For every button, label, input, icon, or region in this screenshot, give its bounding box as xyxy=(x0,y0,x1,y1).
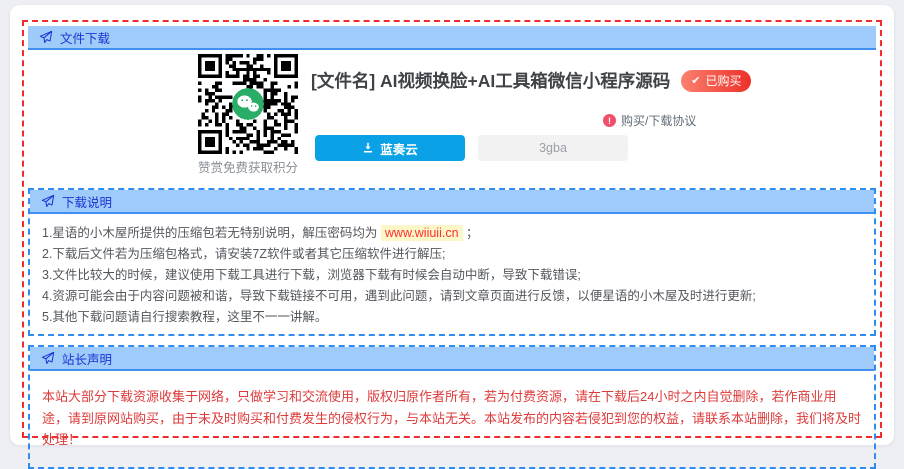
section-header-file-download: 文件下载 xyxy=(28,26,876,50)
list-item: 4.资源可能会由于内容问题被和谐，导致下载链接不可用，遇到此问题，请到文章页面进… xyxy=(42,289,756,303)
section-title: 文件下载 xyxy=(60,31,111,46)
qr-caption: 赞赏免费获取积分 xyxy=(197,161,298,175)
file-download-body: 赞赏免费获取积分 [文件名] AI视频换脸+AI工具箱微信小程序源码 ✔ 已购买… xyxy=(28,50,876,180)
download-button-label: 3gba xyxy=(539,141,567,155)
note-text: 1.星语的小木屋所提供的压缩包若无特别说明，解压密码均为 xyxy=(42,226,381,240)
section-header-webmaster-statement: 站长声明 xyxy=(30,347,874,371)
download-button-3gba[interactable]: 3gba xyxy=(478,135,628,161)
list-item: 2.下载后文件若为压缩包格式，请安装7Z软件或者其它压缩软件进行解压; xyxy=(42,247,446,261)
paper-plane-icon xyxy=(41,194,55,208)
file-title-row: [文件名] AI视频换脸+AI工具箱微信小程序源码 ✔ 已购买 xyxy=(311,68,752,93)
qr-block: 赞赏免费获取积分 xyxy=(196,54,300,176)
download-page-container: 文件下载 赞赏免费获取积分 [文件名] AI视频换脸+AI工具箱微信小程序源码 … xyxy=(22,20,882,469)
webmaster-statement-text: 本站大部分下载资源收集于网络，只做学习和交流使用，版权归原作者所有，若为付费资源… xyxy=(42,389,862,447)
download-icon xyxy=(364,142,373,153)
file-title: [文件名] AI视频换脸+AI工具箱微信小程序源码 xyxy=(311,71,671,91)
purchase-agreement-link[interactable]: ! 购买/下载协议 xyxy=(603,112,696,129)
download-buttons-row: 蓝奏云 3gba xyxy=(315,135,628,161)
paper-plane-icon xyxy=(41,351,55,365)
list-item: 1.星语的小木屋所提供的压缩包若无特别说明，解压密码均为 www.wiiuii.… xyxy=(42,223,862,244)
info-icon: ! xyxy=(603,114,616,127)
note-text: ； xyxy=(462,226,479,240)
section-header-download-notes: 下载说明 xyxy=(30,190,874,214)
download-button-label: 蓝奏云 xyxy=(380,142,418,157)
download-notes-body: 1.星语的小木屋所提供的压缩包若无特别说明，解压密码均为 www.wiiuii.… xyxy=(30,214,874,334)
password-site-link[interactable]: www.wiiuii.cn xyxy=(380,225,463,241)
list-item: 3.文件比较大的时候，建议使用下载工具进行下载，浏览器下载有时候会自动中断，导致… xyxy=(42,268,581,282)
download-button-lanzou[interactable]: 蓝奏云 xyxy=(315,135,465,161)
check-icon: ✔ xyxy=(691,75,701,87)
section-title: 下载说明 xyxy=(62,195,113,210)
section-title: 站长声明 xyxy=(62,352,113,367)
page-card: 文件下载 赞赏免费获取积分 [文件名] AI视频换脸+AI工具箱微信小程序源码 … xyxy=(10,5,894,469)
download-notes-section: 下载说明 1.星语的小木屋所提供的压缩包若无特别说明，解压密码均为 www.wi… xyxy=(28,188,876,336)
paper-plane-icon xyxy=(39,30,53,44)
purchased-badge-label: 已购买 xyxy=(705,74,742,88)
purchased-badge: ✔ 已购买 xyxy=(681,69,752,92)
list-item: 5.其他下载问题请自行搜索教程，这里不一一讲解。 xyxy=(42,310,328,324)
purchase-agreement-label: 购买/下载协议 xyxy=(621,114,697,128)
download-notes-list: 1.星语的小木屋所提供的压缩包若无特别说明，解压密码均为 www.wiiuii.… xyxy=(42,223,862,328)
qr-code xyxy=(198,54,298,154)
